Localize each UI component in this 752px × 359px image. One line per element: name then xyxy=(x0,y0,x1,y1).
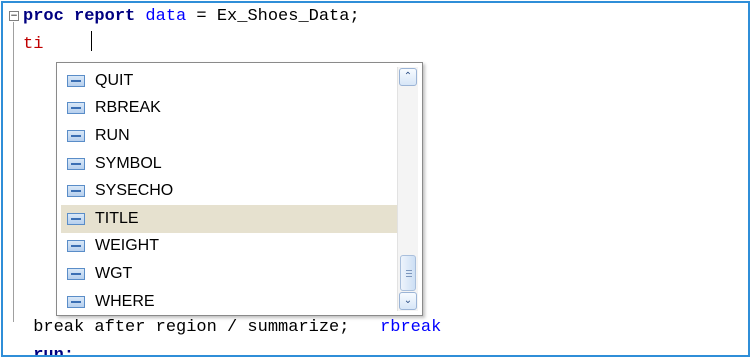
code-token: data xyxy=(145,7,187,26)
autocomplete-item-label: TITLE xyxy=(95,209,139,227)
keyword-icon xyxy=(67,157,85,170)
autocomplete-item[interactable]: QUIT xyxy=(61,67,397,95)
scroll-up-button[interactable]: ⌃ xyxy=(399,68,417,86)
fold-toggle-icon[interactable]: − xyxy=(9,11,19,21)
keyword-icon xyxy=(67,240,85,253)
autocomplete-item[interactable]: RBREAK xyxy=(61,95,397,123)
scroll-thumb[interactable] xyxy=(400,255,416,291)
code-token: = Ex_Shoes_Data; xyxy=(186,7,360,26)
keyword-icon xyxy=(67,185,85,198)
keyword-icon xyxy=(67,267,85,280)
autocomplete-item-label: QUIT xyxy=(95,71,134,89)
autocomplete-scrollbar[interactable]: ⌃ ⌄ xyxy=(397,67,418,311)
keyword-icon xyxy=(67,212,85,225)
code-line: run; xyxy=(23,343,75,357)
code-editor-frame: − proc report data = Ex_Shoes_Data;ti Re… xyxy=(1,1,750,357)
autocomplete-item[interactable]: SYSECHO xyxy=(61,177,397,205)
autocomplete-item[interactable]: RUN xyxy=(61,122,397,150)
keyword-icon xyxy=(67,102,85,115)
autocomplete-popup: QUIT RBREAK RUN SYMBOL SYSECHO TITLE WEIGHT WGT… xyxy=(56,62,423,316)
autocomplete-item[interactable]: SYMBOL xyxy=(61,150,397,178)
autocomplete-item-label: SYMBOL xyxy=(95,154,162,172)
text-caret xyxy=(91,31,92,51)
autocomplete-item-label: WEIGHT xyxy=(95,237,159,255)
thumb-grip-line xyxy=(406,276,412,277)
code-line: ti xyxy=(23,32,43,58)
code-token: break after region / summarize; xyxy=(23,318,381,337)
keyword-icon xyxy=(67,295,85,308)
autocomplete-item-label: WGT xyxy=(95,264,133,282)
code-token: proc report xyxy=(23,7,146,26)
autocomplete-item-label: SYSECHO xyxy=(95,182,174,200)
autocomplete-item-label: RUN xyxy=(95,126,130,144)
autocomplete-item[interactable]: WEIGHT xyxy=(61,233,397,261)
autocomplete-item[interactable]: WGT xyxy=(61,260,397,288)
code-token: ti xyxy=(23,35,44,54)
code-token: run; xyxy=(23,346,75,357)
code-token: rbreak xyxy=(380,318,442,337)
autocomplete-item[interactable]: TITLE xyxy=(61,204,397,233)
autocomplete-item-label: WHERE xyxy=(95,292,155,310)
autocomplete-list[interactable]: QUIT RBREAK RUN SYMBOL SYSECHO TITLE WEIGHT WGT… xyxy=(61,67,397,315)
autocomplete-item-label: RBREAK xyxy=(95,99,161,117)
autocomplete-item[interactable]: WHERE xyxy=(61,288,397,316)
thumb-grip-line xyxy=(406,270,412,271)
fold-guide xyxy=(13,22,14,322)
keyword-icon xyxy=(67,74,85,87)
scroll-down-button[interactable]: ⌄ xyxy=(399,292,417,310)
thumb-grip-line xyxy=(406,273,412,274)
code-line: break after region / summarize; rbreak xyxy=(23,315,441,341)
keyword-icon xyxy=(67,129,85,142)
code-line: proc report data = Ex_Shoes_Data; xyxy=(23,4,360,30)
